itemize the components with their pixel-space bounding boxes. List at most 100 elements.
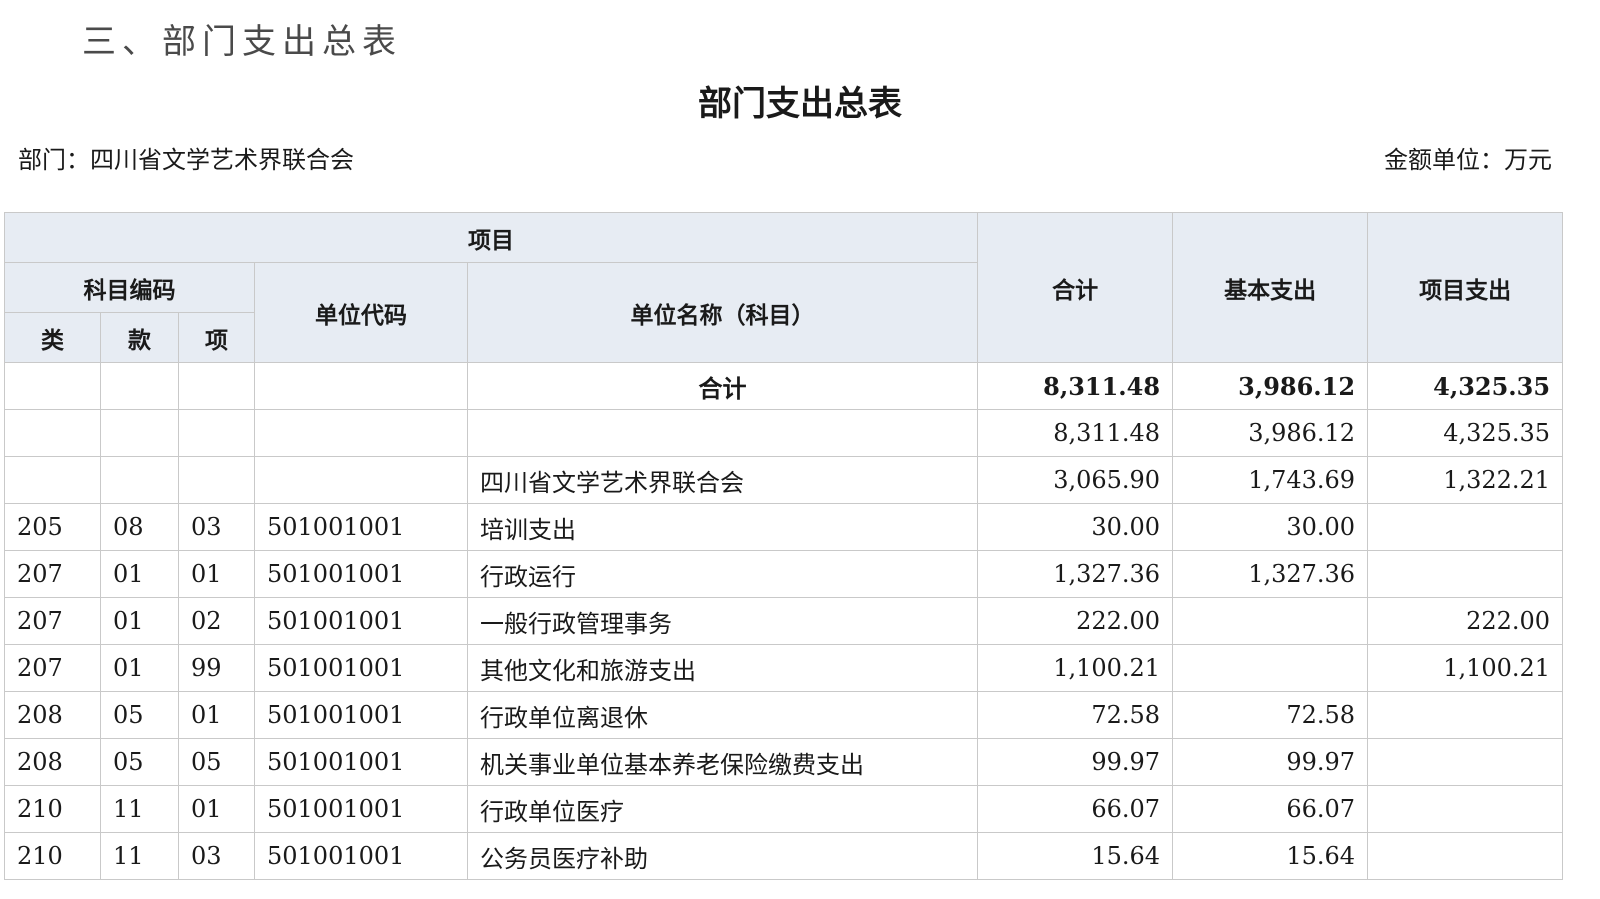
header-kuan: 款 bbox=[100, 312, 179, 363]
cell-xiang: 02 bbox=[178, 597, 255, 645]
cell-project bbox=[1367, 832, 1564, 880]
cell-xiang bbox=[178, 362, 255, 410]
cell-project bbox=[1367, 503, 1564, 551]
cell-unit-name: 行政单位离退休 bbox=[466, 691, 979, 739]
cell-lei: 208 bbox=[4, 691, 101, 739]
cell-xiang: 03 bbox=[178, 832, 255, 880]
cell-basic: 3,986.12 bbox=[1172, 362, 1369, 410]
unit-label: 金额单位：万元 bbox=[1384, 146, 1552, 174]
department-label: 部门：四川省文学艺术界联合会 bbox=[18, 146, 354, 174]
header-project-expenditure: 项目支出 bbox=[1367, 212, 1564, 363]
cell-kuan bbox=[100, 362, 179, 410]
cell-project bbox=[1367, 550, 1564, 598]
cell-unit-name: 机关事业单位基本养老保险缴费支出 bbox=[466, 738, 979, 786]
header-unit-name: 单位名称（科目） bbox=[466, 262, 979, 363]
document-title: 部门支出总表 bbox=[698, 84, 902, 124]
cell-total: 15.64 bbox=[977, 832, 1174, 880]
cell-kuan: 01 bbox=[100, 597, 179, 645]
cell-xiang: 03 bbox=[178, 503, 255, 551]
cell-lei: 208 bbox=[4, 738, 101, 786]
cell-lei: 210 bbox=[4, 832, 101, 880]
cell-project: 1,100.21 bbox=[1367, 644, 1564, 692]
cell-total: 66.07 bbox=[977, 785, 1174, 833]
cell-total: 1,327.36 bbox=[977, 550, 1174, 598]
cell-unit-name: 公务员医疗补助 bbox=[466, 832, 979, 880]
cell-unit-name: 行政单位医疗 bbox=[466, 785, 979, 833]
cell-unit-name bbox=[466, 409, 979, 457]
cell-total: 222.00 bbox=[977, 597, 1174, 645]
cell-total: 8,311.48 bbox=[977, 409, 1174, 457]
cell-project bbox=[1367, 738, 1564, 786]
header-basic: 基本支出 bbox=[1172, 212, 1369, 363]
cell-unit-code: 501001001 bbox=[254, 503, 468, 551]
cell-lei bbox=[4, 409, 101, 457]
cell-unit-code bbox=[254, 362, 468, 410]
header-subject-code: 科目编码 bbox=[4, 262, 255, 313]
header-project: 项目 bbox=[3, 212, 979, 263]
cell-lei bbox=[4, 456, 101, 504]
cell-unit-code: 501001001 bbox=[254, 738, 468, 786]
cell-unit-name: 合计 bbox=[466, 362, 979, 410]
cell-project: 1,322.21 bbox=[1367, 456, 1564, 504]
cell-basic: 66.07 bbox=[1172, 785, 1369, 833]
cell-unit-code bbox=[254, 409, 468, 457]
cell-basic bbox=[1172, 597, 1369, 645]
cell-lei: 210 bbox=[4, 785, 101, 833]
section-heading: 三、部门支出总表 bbox=[82, 22, 402, 62]
table-row: 207 01 01 501001001 行政运行 1,327.36 1,327.36 bbox=[4, 550, 1564, 598]
cell-project: 4,325.35 bbox=[1367, 362, 1564, 410]
cell-xiang: 01 bbox=[178, 550, 255, 598]
cell-lei: 207 bbox=[4, 550, 101, 598]
cell-kuan bbox=[100, 456, 179, 504]
cell-basic: 99.97 bbox=[1172, 738, 1369, 786]
header-xiang: 项 bbox=[178, 312, 255, 363]
table-row: 207 01 99 501001001 其他文化和旅游支出 1,100.21 1,100.2… bbox=[4, 644, 1564, 692]
cell-lei: 207 bbox=[4, 597, 101, 645]
cell-xiang: 99 bbox=[178, 644, 255, 692]
cell-unit-code: 501001001 bbox=[254, 644, 468, 692]
cell-basic: 3,986.12 bbox=[1172, 409, 1369, 457]
cell-project bbox=[1367, 691, 1564, 739]
cell-unit-code bbox=[254, 456, 468, 504]
cell-kuan: 11 bbox=[100, 832, 179, 880]
table-row: 208 05 01 501001001 行政单位离退休 72.58 72.58 bbox=[4, 691, 1564, 739]
table-row: 四川省文学艺术界联合会 3,065.90 1,743.69 1,322.21 bbox=[4, 456, 1564, 504]
cell-kuan: 01 bbox=[100, 644, 179, 692]
cell-unit-name: 行政运行 bbox=[466, 550, 979, 598]
cell-total: 99.97 bbox=[977, 738, 1174, 786]
table-row: 208 05 05 501001001 机关事业单位基本养老保险缴费支出 99.97 99.… bbox=[4, 738, 1564, 786]
header-unit-code: 单位代码 bbox=[254, 262, 468, 363]
cell-total: 8,311.48 bbox=[977, 362, 1174, 410]
cell-total: 3,065.90 bbox=[977, 456, 1174, 504]
table-row: 205 08 03 501001001 培训支出 30.00 30.00 bbox=[4, 503, 1564, 551]
header-total: 合计 bbox=[977, 212, 1174, 363]
total-row: 合计 8,311.48 3,986.12 4,325.35 bbox=[4, 362, 1564, 410]
cell-project bbox=[1367, 785, 1564, 833]
cell-lei bbox=[4, 362, 101, 410]
cell-basic: 1,327.36 bbox=[1172, 550, 1369, 598]
table-row: 210 11 01 501001001 行政单位医疗 66.07 66.07 bbox=[4, 785, 1564, 833]
cell-kuan: 11 bbox=[100, 785, 179, 833]
cell-project: 222.00 bbox=[1367, 597, 1564, 645]
cell-kuan bbox=[100, 409, 179, 457]
cell-unit-code: 501001001 bbox=[254, 691, 468, 739]
cell-kuan: 08 bbox=[100, 503, 179, 551]
table-row: 8,311.48 3,986.12 4,325.35 bbox=[4, 409, 1564, 457]
cell-basic: 1,743.69 bbox=[1172, 456, 1369, 504]
cell-unit-name: 一般行政管理事务 bbox=[466, 597, 979, 645]
cell-basic bbox=[1172, 644, 1369, 692]
header-lei: 类 bbox=[4, 312, 101, 363]
cell-lei: 207 bbox=[4, 644, 101, 692]
cell-unit-code: 501001001 bbox=[254, 785, 468, 833]
table-row: 207 01 02 501001001 一般行政管理事务 222.00 222.00 bbox=[4, 597, 1564, 645]
cell-unit-name: 其他文化和旅游支出 bbox=[466, 644, 979, 692]
cell-total: 1,100.21 bbox=[977, 644, 1174, 692]
cell-unit-code: 501001001 bbox=[254, 550, 468, 598]
cell-kuan: 05 bbox=[100, 691, 179, 739]
cell-basic: 30.00 bbox=[1172, 503, 1369, 551]
cell-unit-code: 501001001 bbox=[254, 597, 468, 645]
cell-xiang: 05 bbox=[178, 738, 255, 786]
cell-lei: 205 bbox=[4, 503, 101, 551]
expenditure-table: 项目 合计 基本支出 项目支出 科目编码 单位代码 单位名称（科目） 类 款 项… bbox=[3, 212, 1564, 880]
cell-xiang: 01 bbox=[178, 785, 255, 833]
